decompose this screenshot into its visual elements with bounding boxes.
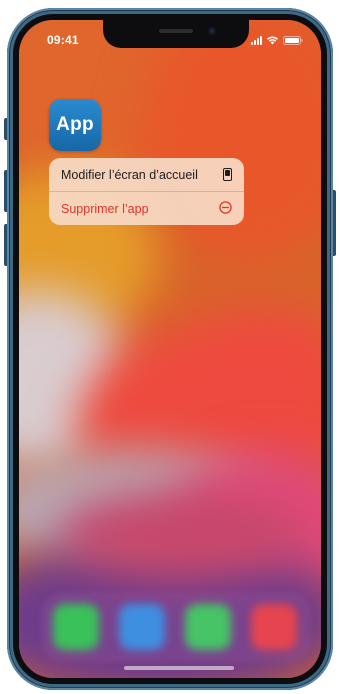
- phone-app-icon[interactable]: [53, 604, 99, 650]
- app-icon[interactable]: App: [49, 99, 101, 151]
- edit-home-screen-label: Modifier l’écran d’accueil: [61, 167, 198, 182]
- home-screen: 09:41 App Modifier l’écran d’accueil Sup…: [19, 20, 321, 678]
- earpiece-speaker: [159, 29, 193, 33]
- status-icons: [251, 35, 303, 45]
- messages-app-icon[interactable]: [185, 604, 231, 650]
- cellular-signal-icon: [251, 36, 262, 45]
- status-time: 09:41: [47, 33, 79, 47]
- notch: [103, 20, 249, 48]
- dock: [41, 592, 311, 662]
- home-screen-phone-icon: [223, 168, 232, 181]
- edit-home-screen-menu-item[interactable]: Modifier l’écran d’accueil: [49, 158, 244, 191]
- music-app-icon[interactable]: [251, 604, 297, 650]
- remove-app-menu-item[interactable]: Supprimer l’app: [49, 192, 244, 225]
- bezel: 09:41 App Modifier l’écran d’accueil Sup…: [13, 14, 327, 684]
- front-camera-icon: [208, 27, 216, 35]
- home-indicator[interactable]: [124, 666, 234, 670]
- iphone-frame: 09:41 App Modifier l’écran d’accueil Sup…: [7, 8, 333, 690]
- safari-app-icon[interactable]: [119, 604, 165, 650]
- minus-circle-icon: [219, 200, 232, 217]
- device-stage: 09:41 App Modifier l’écran d’accueil Sup…: [0, 0, 340, 694]
- battery-icon: [283, 36, 303, 45]
- wifi-icon: [266, 35, 279, 45]
- remove-app-label: Supprimer l’app: [61, 201, 149, 216]
- app-context-menu: Modifier l’écran d’accueil Supprimer l’a…: [49, 158, 244, 225]
- status-bar: 09:41: [19, 20, 321, 60]
- app-icon-label: App: [56, 114, 94, 135]
